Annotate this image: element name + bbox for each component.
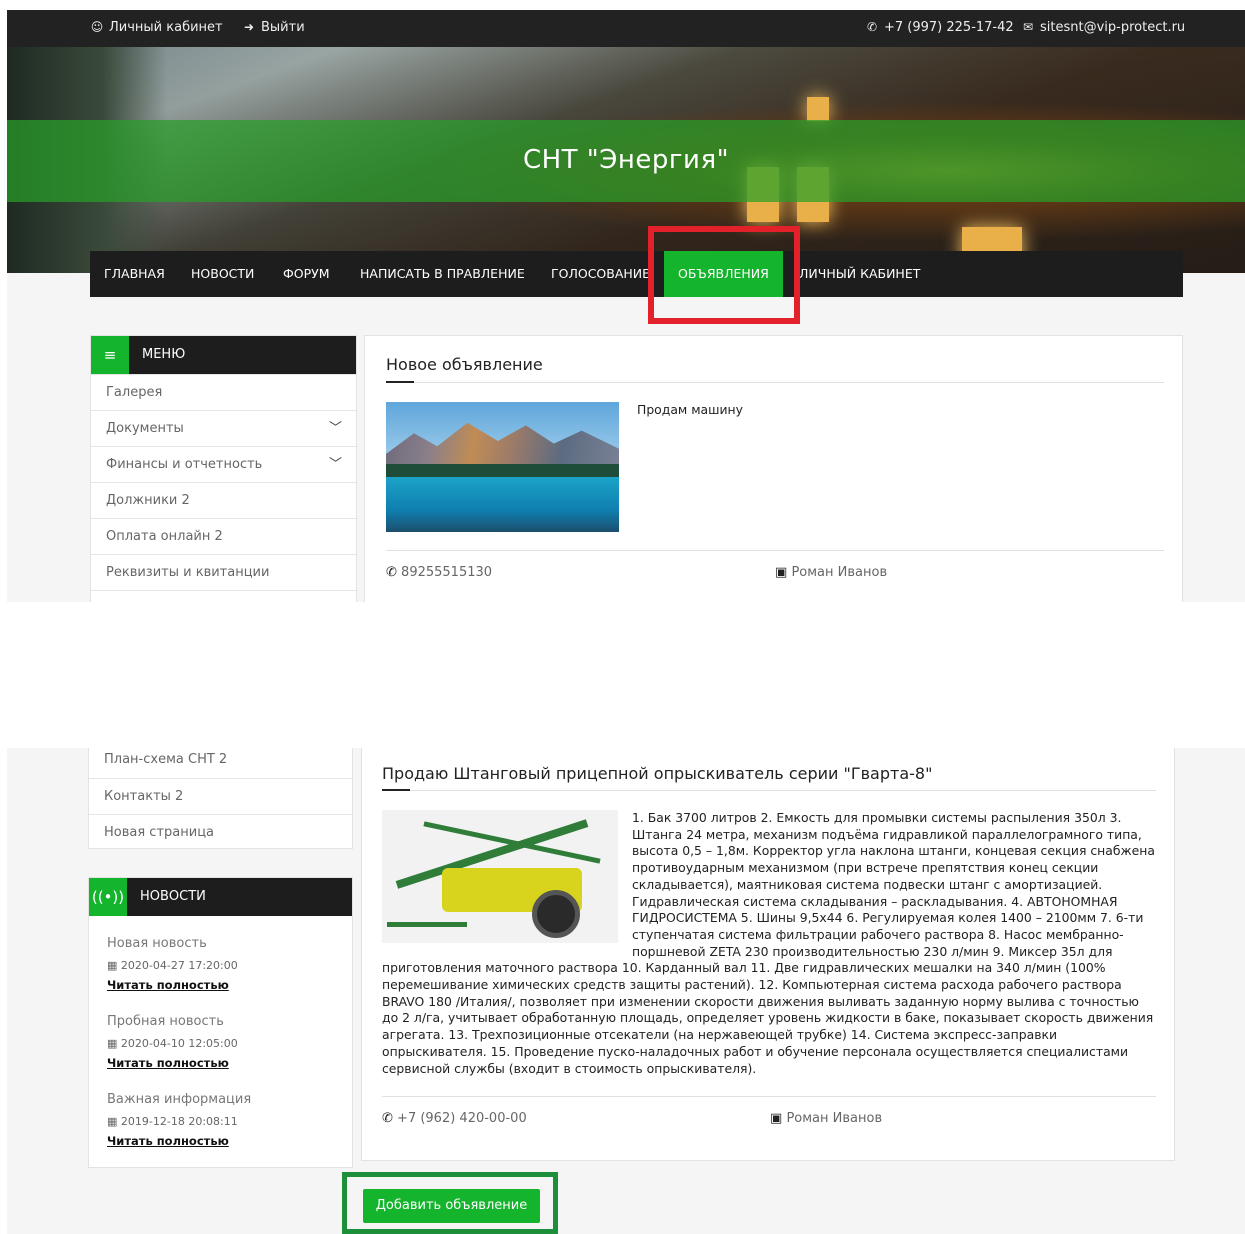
- title-divider: [382, 789, 1156, 791]
- news-item-title: Новая новость: [107, 936, 207, 951]
- ad-image-lake[interactable]: [386, 402, 619, 532]
- read-more-link[interactable]: Читать полностью: [107, 1056, 238, 1070]
- nav-item-forum[interactable]: ФОРУМ: [283, 251, 330, 297]
- title-divider: [386, 381, 1164, 383]
- menu-header: ≡ МЕНЮ: [91, 336, 356, 374]
- user-circle-icon: ☺: [90, 20, 104, 34]
- sidebar-item-pay-online[interactable]: Оплата онлайн 2: [91, 518, 356, 554]
- page-bottom-section: План-схема СНТ 2 Контакты 2 Новая страни…: [7, 748, 1245, 1234]
- phone-icon: ✆: [386, 565, 397, 580]
- news-item-date: ▦ 2020-04-27 17:20:00: [107, 959, 238, 972]
- sidebar-item-contacts[interactable]: Контакты 2: [89, 778, 352, 814]
- sidebar-item-finance[interactable]: Финансы и отчетность ﹀: [91, 446, 356, 482]
- sidebar-item-plan[interactable]: План-схема СНТ 2: [89, 748, 352, 778]
- nav-item-news[interactable]: НОВОСТИ: [191, 251, 254, 297]
- sidebar-item-requisites[interactable]: Реквизиты и квитанции: [91, 554, 356, 590]
- ad-description: 1. Бак 3700 литров 2. Емкость для промыв…: [382, 810, 1155, 1076]
- broadcast-icon: ((•)): [89, 878, 127, 916]
- ad-author: ▣ Роман Иванов: [775, 565, 888, 580]
- meta-divider: [386, 550, 1164, 551]
- phone-link[interactable]: ✆ +7 (997) 225-17-42: [865, 20, 1014, 35]
- ad-card: Новое объявление Продам машину ✆ 8925551…: [364, 335, 1183, 602]
- sidebar-menu-continued: План-схема СНТ 2 Контакты 2 Новая страни…: [88, 748, 353, 849]
- chevron-down-icon: ﹀: [328, 421, 342, 436]
- calendar-icon: ▦: [107, 959, 118, 972]
- house-window: [807, 97, 829, 121]
- sidebar-menu: ≡ МЕНЮ Галерея Документы ﹀ Финансы и отче…: [90, 335, 357, 602]
- ad-card: Продаю Штанговый прицепной опрыскиватель…: [361, 748, 1175, 1161]
- news-item: Пробная новость ▦ 2020-04-10 12:05:00 Чи…: [107, 1014, 238, 1070]
- calendar-icon: ▦: [107, 1115, 118, 1128]
- ad-description: Продам машину: [637, 402, 743, 417]
- news-item-date: ▦ 2019-12-18 20:08:11: [107, 1115, 238, 1128]
- sidebar-item-documents[interactable]: Документы ﹀: [91, 410, 356, 446]
- sidebar-item-debtors[interactable]: Должники 2: [91, 482, 356, 518]
- phone-icon: ✆: [382, 1111, 393, 1126]
- envelope-icon: ✉: [1022, 20, 1034, 34]
- hamburger-icon[interactable]: ≡: [91, 336, 129, 374]
- news-title: НОВОСТИ: [140, 889, 206, 904]
- highlight-box-add-button: [342, 1172, 558, 1234]
- news-item: Важная информация ▦ 2019-12-18 20:08:11 …: [107, 1092, 251, 1148]
- id-card-icon: ▣: [775, 565, 788, 580]
- news-item: Новая новость ▦ 2020-04-27 17:20:00 Чита…: [107, 936, 238, 992]
- phone-icon: ✆: [866, 20, 878, 34]
- account-link[interactable]: ☺ Личный кабинет: [90, 20, 223, 35]
- sidebar-item-new-page[interactable]: Новая страница: [89, 814, 352, 850]
- sidebar-item-partial: [91, 590, 356, 602]
- menu-title: МЕНЮ: [142, 347, 186, 362]
- hero-banner: СНТ "Энергия": [7, 47, 1245, 273]
- ad-author: ▣ Роман Иванов: [770, 1111, 883, 1126]
- nav-item-account[interactable]: ЛИЧНЫЙ КАБИНЕТ: [799, 251, 920, 297]
- nav-item-voting[interactable]: ГОЛОСОВАНИЕ: [551, 251, 650, 297]
- meta-divider: [382, 1096, 1156, 1097]
- read-more-link[interactable]: Читать полностью: [107, 1134, 251, 1148]
- news-item-title: Важная информация: [107, 1092, 252, 1107]
- news-item-date: ▦ 2020-04-10 12:05:00: [107, 1037, 238, 1050]
- ad-phone: ✆ 89255515130: [386, 565, 493, 580]
- logout-link[interactable]: ➜ Выйти: [242, 20, 305, 35]
- id-card-icon: ▣: [770, 1111, 783, 1126]
- site-title: СНТ "Энергия": [522, 145, 730, 175]
- chevron-down-icon: ﹀: [328, 457, 342, 472]
- main-nav: ГЛАВНАЯ НОВОСТИ ФОРУМ НАПИСАТЬ В ПРАВЛЕН…: [90, 251, 1183, 297]
- email-link[interactable]: ✉ sitesnt@vip-protect.ru: [1021, 20, 1185, 35]
- news-header: ((•)) НОВОСТИ: [89, 878, 352, 916]
- highlight-box-ads: [648, 226, 800, 324]
- ad-title: Продаю Штанговый прицепной опрыскиватель…: [382, 764, 933, 783]
- sidebar-item-gallery[interactable]: Галерея: [91, 374, 356, 410]
- nav-item-home[interactable]: ГЛАВНАЯ: [104, 251, 165, 297]
- ad-title: Новое объявление: [386, 355, 543, 374]
- ad-phone: ✆ +7 (962) 420-00-00: [382, 1111, 527, 1126]
- top-bar: ☺ Личный кабинет ➜ Выйти ✆ +7 (997) 225-17-…: [7, 10, 1245, 47]
- calendar-icon: ▦: [107, 1037, 118, 1050]
- page-top-section: ☺ Личный кабинет ➜ Выйти ✆ +7 (997) 225-17-…: [7, 10, 1245, 602]
- read-more-link[interactable]: Читать полностью: [107, 978, 238, 992]
- logout-icon: ➜: [243, 20, 255, 34]
- nav-item-write-board[interactable]: НАПИСАТЬ В ПРАВЛЕНИЕ: [360, 251, 525, 297]
- news-item-title: Пробная новость: [107, 1014, 224, 1029]
- news-widget: ((•)) НОВОСТИ Новая новость ▦ 2020-04-27…: [88, 877, 353, 1168]
